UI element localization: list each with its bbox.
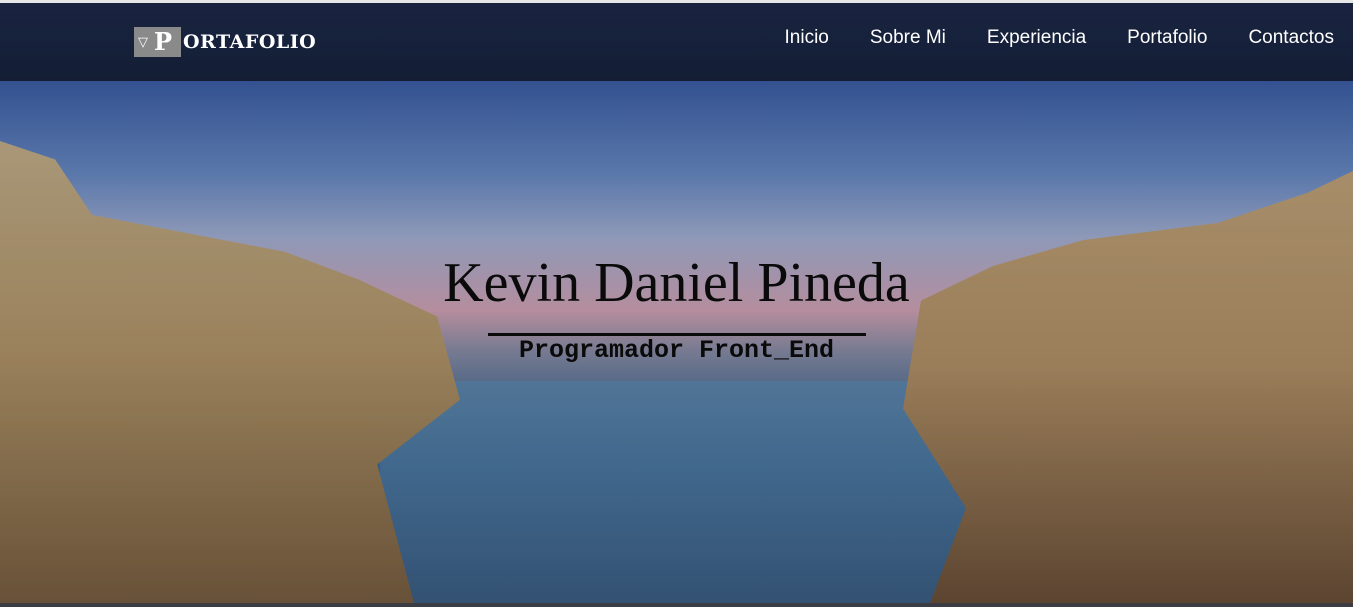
brand-name: ORTAFOLIO bbox=[183, 31, 317, 53]
hero-banner: Kevin Daniel Pineda Programador Front_En… bbox=[0, 81, 1353, 603]
hero-subtitle: Programador Front_End bbox=[518, 336, 835, 365]
brand-logo[interactable]: ▽ P ORTAFOLIO bbox=[134, 27, 316, 57]
main-nav: Inicio Sobre Mi Experiencia Portafolio C… bbox=[744, 26, 1335, 50]
nav-item-sobre-mi: Sobre Mi bbox=[829, 26, 946, 50]
brand-logo-box: ▽ P bbox=[134, 27, 181, 57]
nav-link-contactos[interactable]: Contactos bbox=[1207, 26, 1334, 50]
nav-link-inicio[interactable]: Inicio bbox=[744, 26, 829, 50]
bottom-edge-strip bbox=[0, 603, 1353, 607]
navbar: ▽ P ORTAFOLIO Inicio Sobre Mi Experienci… bbox=[0, 3, 1353, 81]
triangle-down-icon: ▽ bbox=[138, 34, 148, 50]
hero-title: Kevin Daniel Pineda bbox=[443, 252, 910, 314]
brand-initial: P bbox=[154, 27, 173, 56]
nav-item-portafolio: Portafolio bbox=[1086, 26, 1207, 50]
nav-link-portafolio[interactable]: Portafolio bbox=[1086, 26, 1207, 50]
nav-item-experiencia: Experiencia bbox=[946, 26, 1086, 50]
nav-link-experiencia[interactable]: Experiencia bbox=[946, 26, 1086, 50]
nav-item-inicio: Inicio bbox=[744, 26, 829, 50]
nav-link-sobre-mi[interactable]: Sobre Mi bbox=[829, 26, 946, 50]
nav-item-contactos: Contactos bbox=[1207, 26, 1334, 50]
